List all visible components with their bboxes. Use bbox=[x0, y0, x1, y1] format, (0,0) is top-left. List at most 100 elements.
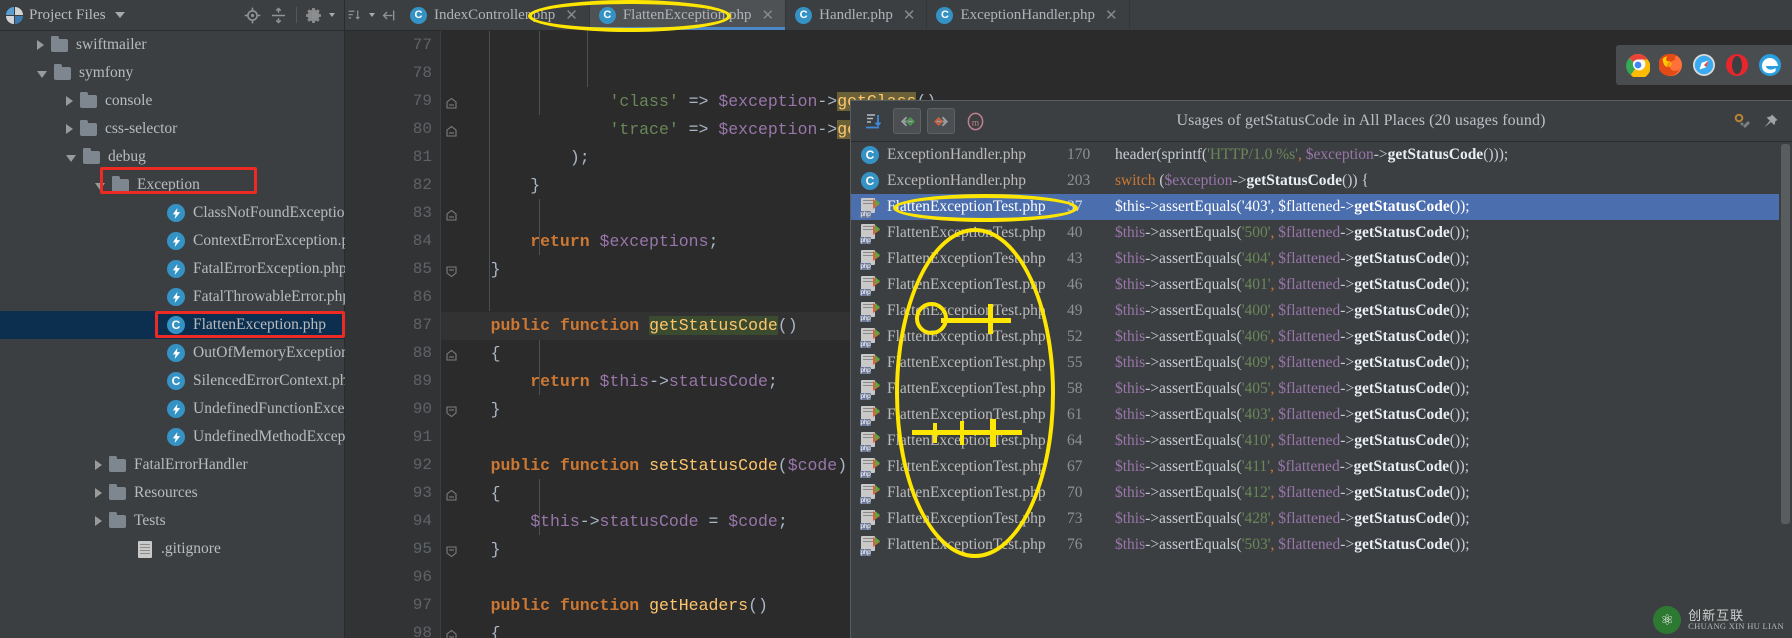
line-number: 81 bbox=[412, 148, 432, 166]
tree-item[interactable]: C SilencedErrorContext.php bbox=[0, 367, 355, 395]
usage-row[interactable]: php FlattenExceptionTest.php 49 $this->asse… bbox=[851, 298, 1792, 324]
usage-row[interactable]: php FlattenExceptionTest.php 64 $this->asse… bbox=[851, 428, 1792, 454]
php-test-file-icon: php bbox=[859, 431, 881, 452]
tree-item[interactable]: ContextErrorException.php bbox=[0, 227, 365, 255]
usage-row[interactable]: php FlattenExceptionTest.php 52 $this->asse… bbox=[851, 324, 1792, 350]
usage-code-snippet: $this->assertEquals('400', $flattened->g… bbox=[1115, 302, 1470, 319]
locate-icon[interactable] bbox=[244, 7, 261, 24]
usage-line-number: 76 bbox=[1067, 536, 1083, 553]
usage-row[interactable]: C ExceptionHandler.php 170 header(sprintf('… bbox=[851, 142, 1792, 168]
close-icon[interactable]: ✕ bbox=[903, 6, 916, 24]
usage-row[interactable]: php FlattenExceptionTest.php 46 $this->asse… bbox=[851, 272, 1792, 298]
tree-item[interactable]: console bbox=[0, 87, 344, 115]
tree-item[interactable]: ClassNotFoundException.php bbox=[0, 199, 379, 227]
php-class-icon: C bbox=[859, 146, 881, 164]
tree-expand-arrow-closed-icon[interactable] bbox=[66, 96, 73, 106]
tree-item[interactable]: FatalThrowableError.php bbox=[0, 283, 350, 311]
usage-row[interactable]: php FlattenExceptionTest.php 37 $this->asse… bbox=[851, 194, 1792, 220]
usage-row[interactable]: php FlattenExceptionTest.php 76 $this->asse… bbox=[851, 532, 1792, 558]
usage-line-number: 55 bbox=[1067, 354, 1083, 371]
chevron-down-icon[interactable] bbox=[114, 12, 125, 18]
usage-code-snippet: $this->assertEquals('404', $flattened->g… bbox=[1115, 250, 1470, 267]
line-number: 90 bbox=[345, 395, 457, 423]
usage-row[interactable]: php FlattenExceptionTest.php 55 $this->asse… bbox=[851, 350, 1792, 376]
tree-item[interactable]: FatalErrorHandler bbox=[0, 451, 344, 479]
pin-icon[interactable] bbox=[1761, 113, 1778, 130]
usage-row[interactable]: php FlattenExceptionTest.php 61 $this->asse… bbox=[851, 402, 1792, 428]
tree-expand-arrow-closed-icon[interactable] bbox=[66, 124, 73, 134]
chevron-down-small-icon[interactable] bbox=[329, 13, 335, 17]
collapse-all-icon[interactable] bbox=[270, 6, 287, 24]
editor-tab[interactable]: C FlattenException.php ✕ bbox=[589, 0, 787, 30]
tree-expand-arrow-open-icon[interactable] bbox=[66, 155, 76, 162]
usages-result-list[interactable]: C ExceptionHandler.php 170 header(sprintf('… bbox=[851, 142, 1792, 558]
usages-panel-title: Usages of getStatusCode in All Places (2… bbox=[1176, 112, 1546, 129]
safari-icon[interactable] bbox=[1692, 53, 1716, 77]
tree-item[interactable]: Tests bbox=[0, 507, 344, 535]
gear-icon[interactable] bbox=[306, 7, 323, 24]
usage-row[interactable]: php FlattenExceptionTest.php 70 $this->asse… bbox=[851, 480, 1792, 506]
svg-text:m: m bbox=[971, 118, 979, 128]
next-occurrence-icon[interactable] bbox=[927, 108, 955, 134]
php-exception-icon bbox=[167, 428, 185, 446]
usage-line-number: 40 bbox=[1067, 224, 1083, 241]
browser-launcher-bar[interactable] bbox=[1616, 45, 1792, 85]
editor-tab[interactable]: C Handler.php ✕ bbox=[786, 0, 928, 30]
usage-row[interactable]: php FlattenExceptionTest.php 40 $this->asse… bbox=[851, 220, 1792, 246]
tree-item[interactable]: OutOfMemoryException.php bbox=[0, 339, 376, 367]
tree-item[interactable]: css-selector bbox=[0, 115, 344, 143]
usage-row[interactable]: php FlattenExceptionTest.php 58 $this->asse… bbox=[851, 376, 1792, 402]
tree-item[interactable]: symfony bbox=[0, 59, 344, 87]
expand-all-icon[interactable] bbox=[859, 108, 887, 134]
opera-icon[interactable] bbox=[1725, 53, 1749, 77]
usage-code-snippet: $this->assertEquals('403', $flattened->g… bbox=[1115, 406, 1470, 423]
php-exception-icon bbox=[167, 344, 185, 362]
firefox-icon[interactable] bbox=[1658, 53, 1683, 77]
settings-wrench-icon[interactable] bbox=[1733, 113, 1750, 130]
usage-code-snippet: $this->assertEquals('401', $flattened->g… bbox=[1115, 276, 1470, 293]
tree-item-label: ContextErrorException.php bbox=[193, 232, 365, 249]
chevron-down-small-icon[interactable] bbox=[369, 13, 375, 17]
tree-item[interactable]: C FlattenException.php bbox=[0, 311, 344, 339]
previous-occurrence-icon[interactable] bbox=[893, 108, 921, 134]
usage-row[interactable]: C ExceptionHandler.php 203 switch ($excepti… bbox=[851, 168, 1792, 194]
tree-expand-arrow-closed-icon[interactable] bbox=[95, 488, 102, 498]
sort-alphabetically-icon[interactable] bbox=[347, 7, 364, 24]
tree-item[interactable]: UndefinedMethodException.php bbox=[0, 423, 397, 451]
tree-item[interactable]: FatalErrorException.php bbox=[0, 255, 347, 283]
group-by-method-icon[interactable]: m bbox=[961, 108, 989, 134]
tree-item[interactable]: swiftmailer bbox=[0, 31, 344, 59]
tree-expand-arrow-open-icon[interactable] bbox=[95, 183, 105, 190]
usage-line-number: 52 bbox=[1067, 328, 1083, 345]
hide-panel-icon[interactable] bbox=[380, 7, 397, 24]
chrome-icon[interactable] bbox=[1626, 53, 1651, 79]
close-icon[interactable]: ✕ bbox=[565, 6, 578, 24]
tree-item-label: FatalErrorHandler bbox=[134, 456, 248, 473]
tree-expand-arrow-closed-icon[interactable] bbox=[37, 40, 44, 50]
usage-line-number: 61 bbox=[1067, 406, 1083, 423]
tree-item[interactable]: Resources bbox=[0, 479, 344, 507]
tree-expand-arrow-closed-icon[interactable] bbox=[95, 516, 102, 526]
usages-scrollbar[interactable] bbox=[1779, 142, 1792, 638]
watermark-text-en: CHUANG XIN HU LIAN bbox=[1688, 621, 1784, 632]
usage-row[interactable]: php FlattenExceptionTest.php 43 $this->asse… bbox=[851, 246, 1792, 272]
usage-file-name: FlattenExceptionTest.php bbox=[887, 224, 1046, 241]
editor-tab[interactable]: C ExceptionHandler.php ✕ bbox=[927, 0, 1130, 30]
usage-row[interactable]: php FlattenExceptionTest.php 73 $this->asse… bbox=[851, 506, 1792, 532]
tree-expand-arrow-closed-icon[interactable] bbox=[95, 460, 102, 470]
usage-code-snippet: $this->assertEquals('405', $flattened->g… bbox=[1115, 380, 1470, 397]
tree-item[interactable]: debug bbox=[0, 143, 344, 171]
edge-icon[interactable] bbox=[1758, 53, 1782, 77]
close-icon[interactable]: ✕ bbox=[1105, 6, 1118, 24]
tree-expand-arrow-open-icon[interactable] bbox=[37, 71, 47, 78]
close-icon[interactable]: ✕ bbox=[762, 6, 775, 24]
tree-item[interactable]: .gitignore bbox=[0, 535, 344, 563]
editor-tab[interactable]: C IndexController.php ✕ bbox=[401, 0, 590, 30]
usage-line-number: 58 bbox=[1067, 380, 1083, 397]
folder-icon bbox=[80, 91, 97, 108]
tree-item[interactable]: UndefinedFunctionException.php bbox=[0, 395, 404, 423]
line-number: 82 bbox=[412, 176, 432, 194]
usage-row[interactable]: php FlattenExceptionTest.php 67 $this->asse… bbox=[851, 454, 1792, 480]
project-tree[interactable]: swiftmailer symfony console css-selector deb… bbox=[0, 31, 404, 563]
tree-item[interactable]: Exception bbox=[0, 171, 344, 199]
